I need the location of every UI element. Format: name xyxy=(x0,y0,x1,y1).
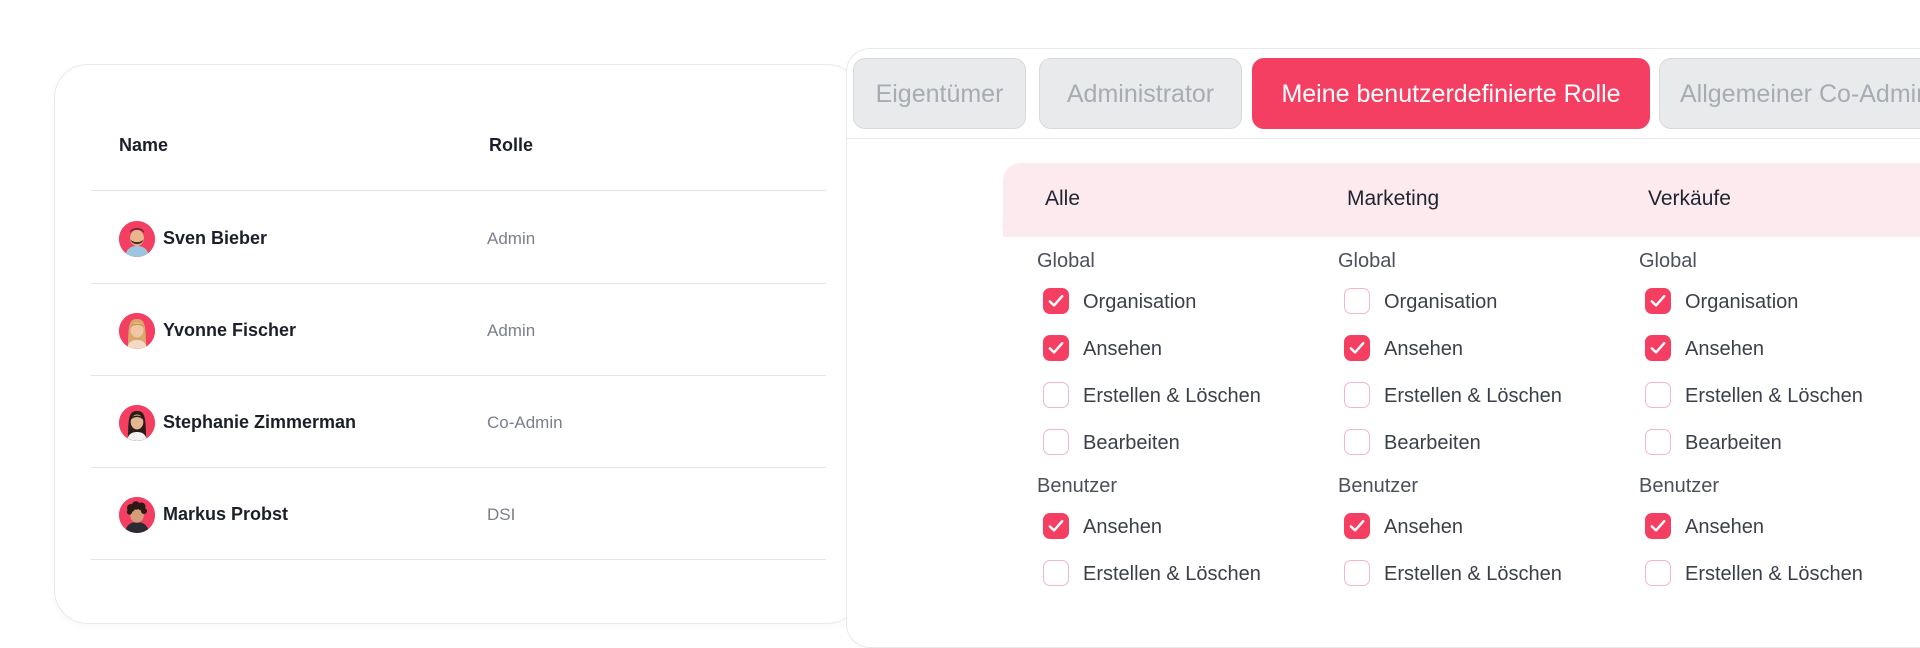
permission-column-marketing: Marketing xyxy=(1347,187,1440,210)
column-header-role[interactable]: Rolle xyxy=(489,135,533,156)
permission-checkbox-checked[interactable] xyxy=(1645,288,1671,314)
checkmark-icon xyxy=(1650,295,1666,307)
avatar xyxy=(119,405,155,441)
permission-label[interactable]: Erstellen & Löschen xyxy=(1083,385,1261,408)
checkmark-icon xyxy=(1349,342,1365,354)
avatar-man-curly-icon xyxy=(119,497,155,533)
permission-checkbox-checked[interactable] xyxy=(1645,335,1671,361)
permission-column-alle: Alle xyxy=(1045,187,1081,210)
checkmark-icon xyxy=(1048,342,1064,354)
role-tabs: Eigentümer Administrator Meine benutzerd… xyxy=(847,49,1920,139)
permission-group-label: Benutzer xyxy=(1037,475,1118,497)
permission-group-label: Global xyxy=(1338,250,1396,272)
permission-label[interactable]: Erstellen & Löschen xyxy=(1083,563,1261,586)
permission-checkbox-checked[interactable] xyxy=(1645,513,1671,539)
permission-label[interactable]: Organisation xyxy=(1685,291,1798,314)
avatar-woman-blonde-icon xyxy=(119,313,155,349)
permission-label[interactable]: Organisation xyxy=(1384,291,1497,314)
user-name[interactable]: Sven Bieber xyxy=(163,228,267,249)
permission-checkbox-checked[interactable] xyxy=(1043,335,1069,361)
avatar xyxy=(119,313,155,349)
checkmark-icon xyxy=(1650,342,1666,354)
permission-label[interactable]: Ansehen xyxy=(1083,516,1162,539)
user-role: Admin xyxy=(487,229,536,248)
permission-checkbox-checked[interactable] xyxy=(1344,335,1370,361)
permission-label[interactable]: Erstellen & Löschen xyxy=(1685,563,1863,586)
permission-label[interactable]: Bearbeiten xyxy=(1685,432,1782,455)
avatar-woman-dark-hair-icon xyxy=(119,405,155,441)
permission-label[interactable]: Erstellen & Löschen xyxy=(1384,385,1562,408)
permission-label[interactable]: Ansehen xyxy=(1384,338,1463,361)
tab-administrator[interactable]: Administrator xyxy=(1039,58,1242,129)
permission-label[interactable]: Bearbeiten xyxy=(1083,432,1180,455)
user-role: DSI xyxy=(487,505,516,524)
permission-checkbox[interactable] xyxy=(1344,382,1370,408)
table-row[interactable]: Stephanie Zimmerman Co-Admin xyxy=(91,375,826,468)
permission-group-label: Benutzer xyxy=(1639,475,1720,497)
user-role: Admin xyxy=(487,321,536,340)
permission-group-label: Benutzer xyxy=(1338,475,1419,497)
checkmark-icon xyxy=(1349,520,1365,532)
avatar xyxy=(119,497,155,533)
permission-checkbox[interactable] xyxy=(1344,560,1370,586)
permission-label[interactable]: Erstellen & Löschen xyxy=(1685,385,1863,408)
user-name[interactable]: Stephanie Zimmerman xyxy=(163,412,356,433)
permission-label[interactable]: Ansehen xyxy=(1685,516,1764,539)
permission-checkbox[interactable] xyxy=(1043,382,1069,408)
tab-meine-benutzerdefinierte-rolle[interactable]: Meine benutzerdefinierte Rolle xyxy=(1252,58,1650,129)
users-table-header: Name Rolle xyxy=(91,65,826,191)
table-row[interactable]: Markus Probst DSI xyxy=(91,467,826,560)
avatar-man-beard-icon xyxy=(119,221,155,257)
column-header-name[interactable]: Name xyxy=(119,135,168,156)
checkmark-icon xyxy=(1048,520,1064,532)
permission-checkbox[interactable] xyxy=(1043,560,1069,586)
permission-checkbox[interactable] xyxy=(1645,382,1671,408)
checkmark-icon xyxy=(1048,295,1064,307)
user-name[interactable]: Markus Probst xyxy=(163,504,288,525)
permission-checkbox-checked[interactable] xyxy=(1344,513,1370,539)
users-table-card: Name Rolle Sven Bieber Admin Yvonne Fisc… xyxy=(54,64,861,624)
permission-checkbox[interactable] xyxy=(1344,429,1370,455)
permission-checkbox-checked[interactable] xyxy=(1043,288,1069,314)
permission-checkbox[interactable] xyxy=(1645,560,1671,586)
role-permissions-panel: Eigentümer Administrator Meine benutzerd… xyxy=(846,48,1920,648)
table-row[interactable]: Yvonne Fischer Admin xyxy=(91,283,826,376)
user-name[interactable]: Yvonne Fischer xyxy=(163,320,296,341)
permission-label[interactable]: Ansehen xyxy=(1384,516,1463,539)
permission-label[interactable]: Ansehen xyxy=(1685,338,1764,361)
permission-checkbox[interactable] xyxy=(1344,288,1370,314)
permission-column-verkaeufe: Verkäufe xyxy=(1648,187,1731,210)
permission-checkbox[interactable] xyxy=(1043,429,1069,455)
permission-label[interactable]: Ansehen xyxy=(1083,338,1162,361)
checkmark-icon xyxy=(1650,520,1666,532)
permission-group-label: Global xyxy=(1037,250,1095,272)
permission-group-label: Global xyxy=(1639,250,1697,272)
permission-label[interactable]: Erstellen & Löschen xyxy=(1384,563,1562,586)
permission-label[interactable]: Organisation xyxy=(1083,291,1196,314)
avatar xyxy=(119,221,155,257)
tab-allgemeiner-co-admin[interactable]: Allgemeiner Co-Admin xyxy=(1659,58,1920,129)
permission-checkbox[interactable] xyxy=(1645,429,1671,455)
permissions-header: Alle Marketing Verkäufe xyxy=(1003,163,1920,237)
permission-checkbox-checked[interactable] xyxy=(1043,513,1069,539)
table-row[interactable]: Sven Bieber Admin xyxy=(91,191,826,284)
tab-eigentuemer[interactable]: Eigentümer xyxy=(853,58,1026,129)
permission-label[interactable]: Bearbeiten xyxy=(1384,432,1481,455)
user-role: Co-Admin xyxy=(487,413,563,432)
